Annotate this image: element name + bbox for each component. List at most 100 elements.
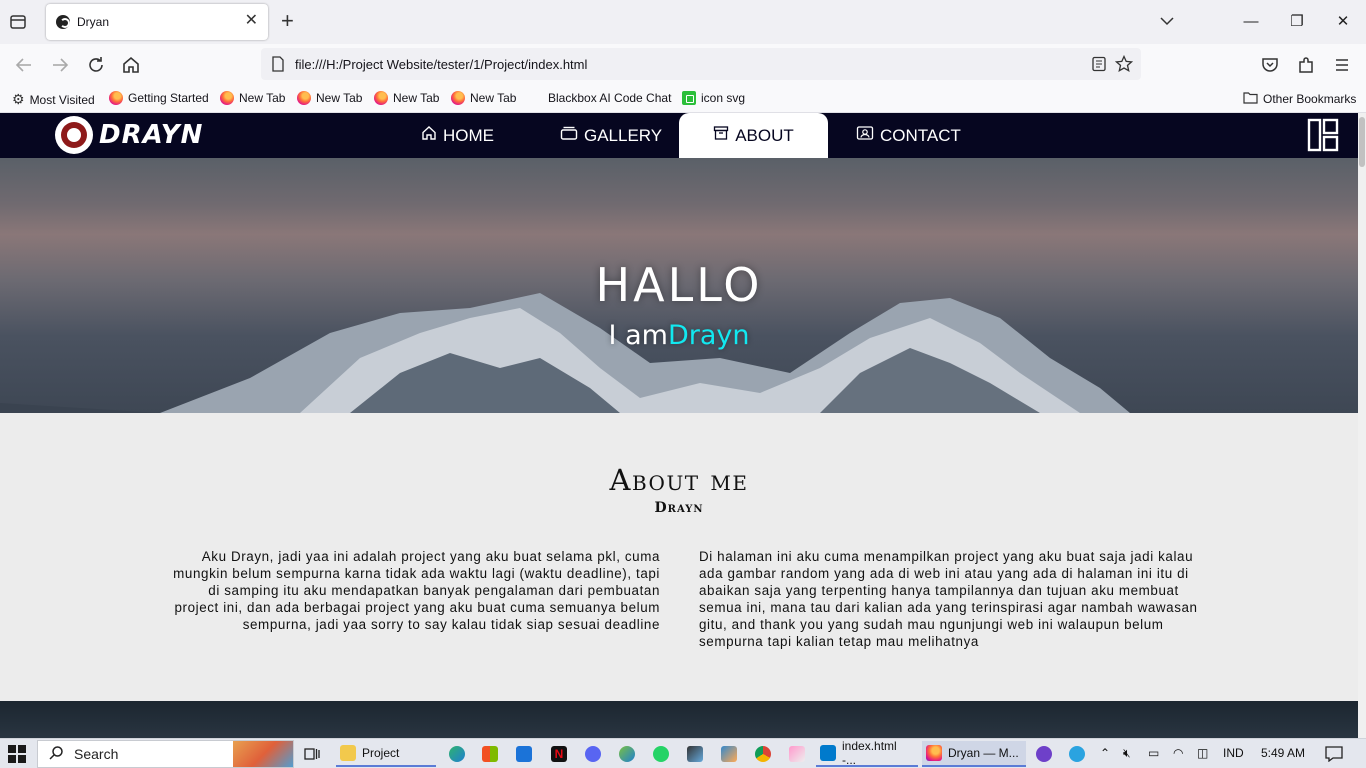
notification-icon[interactable] bbox=[1325, 746, 1343, 765]
bottom-background-image bbox=[0, 701, 1358, 738]
minimize-button[interactable]: — bbox=[1236, 8, 1266, 36]
gallery-icon bbox=[560, 125, 578, 146]
nav-gallery[interactable]: GALLERY bbox=[546, 113, 676, 158]
taskbar-app-project[interactable]: Project bbox=[336, 741, 436, 767]
folder-icon bbox=[1243, 91, 1258, 107]
layout-grid-icon[interactable] bbox=[1307, 118, 1339, 157]
battery-icon[interactable]: ▭ bbox=[1148, 746, 1159, 760]
hero-banner: HALLO I amDrayn bbox=[0, 158, 1358, 413]
page-icon bbox=[271, 56, 285, 72]
browser-toolbar: file:///H:/Project Website/tester/1/Proj… bbox=[0, 44, 1366, 86]
speaker-muted-icon[interactable]: 🔇︎ bbox=[1123, 746, 1131, 761]
firefox-icon bbox=[109, 91, 123, 105]
game-icon[interactable] bbox=[687, 743, 703, 765]
site-favicon-icon bbox=[56, 15, 70, 29]
device-icon[interactable]: ◫ bbox=[1197, 746, 1208, 760]
site-navbar: DRAYN HOME GALLERY ABOUT CONTACT bbox=[0, 113, 1358, 158]
other-bookmarks[interactable]: Other Bookmarks bbox=[1243, 91, 1356, 107]
hero-subtitle: I amDrayn bbox=[0, 320, 1358, 351]
vscode-icon bbox=[820, 745, 836, 761]
bookmark-new-tab[interactable]: New Tab bbox=[374, 91, 439, 105]
bookmark-new-tab[interactable]: New Tab bbox=[451, 91, 516, 105]
home-icon[interactable] bbox=[119, 53, 143, 77]
page-viewport: DRAYN HOME GALLERY ABOUT CONTACT HALLO I… bbox=[0, 113, 1358, 738]
hero-subtitle-prefix: I am bbox=[608, 320, 668, 351]
about-right-text: Di halaman ini aku cuma menampilkan proj… bbox=[699, 549, 1198, 649]
close-tab-icon[interactable]: ✕ bbox=[245, 12, 258, 30]
discord-icon[interactable] bbox=[585, 743, 601, 765]
browser-tab-active[interactable]: Dryan ✕ bbox=[46, 4, 268, 40]
task-view-icon[interactable] bbox=[304, 743, 320, 765]
forward-arrow-icon[interactable] bbox=[48, 53, 72, 77]
bookmark-getting-started[interactable]: Getting Started bbox=[109, 91, 209, 105]
bookmark-new-tab[interactable]: New Tab bbox=[297, 91, 362, 105]
gear-icon: ⚙ bbox=[12, 91, 25, 107]
edge-icon[interactable] bbox=[449, 743, 465, 765]
bookmark-new-tab[interactable]: New Tab bbox=[220, 91, 285, 105]
maximize-button[interactable]: ❐ bbox=[1282, 8, 1312, 36]
chrome-icon[interactable] bbox=[755, 743, 771, 765]
chevron-up-icon[interactable]: ⌃ bbox=[1100, 746, 1110, 760]
browser-tab-strip: Dryan ✕ + — ❐ ✕ bbox=[0, 0, 1366, 44]
firefox-icon bbox=[451, 91, 465, 105]
language-indicator[interactable]: IND bbox=[1223, 746, 1244, 760]
nav-contact[interactable]: CONTACT bbox=[842, 113, 975, 158]
nav-label: ABOUT bbox=[735, 125, 794, 145]
close-window-button[interactable]: ✕ bbox=[1328, 8, 1358, 36]
about-section: About me Drayn Aku Drayn, jadi yaa ini a… bbox=[0, 413, 1358, 701]
back-arrow-icon[interactable] bbox=[12, 53, 36, 77]
windows-start-icon[interactable] bbox=[8, 745, 26, 768]
github-icon[interactable] bbox=[1036, 743, 1052, 765]
firefox-icon bbox=[297, 91, 311, 105]
reader-view-icon[interactable] bbox=[1091, 56, 1107, 72]
site-logo[interactable]: DRAYN bbox=[55, 116, 203, 154]
hero-title: HALLO bbox=[595, 258, 763, 312]
store-icon[interactable] bbox=[482, 743, 498, 765]
tab-title: Dryan bbox=[77, 15, 110, 29]
bookmark-icon-svg[interactable]: icon svg bbox=[682, 91, 745, 105]
page-scrollbar[interactable] bbox=[1358, 113, 1366, 738]
address-bar[interactable]: file:///H:/Project Website/tester/1/Proj… bbox=[261, 48, 1141, 80]
nav-label: GALLERY bbox=[584, 125, 663, 145]
bookmark-label: New Tab bbox=[239, 91, 286, 105]
hero-subtitle-name: Drayn bbox=[667, 320, 750, 351]
bookmarks-toolbar: ⚙ Most Visited Getting Started New Tab N… bbox=[0, 86, 1366, 113]
taskbar-app-vscode[interactable]: index.html -... bbox=[816, 739, 918, 767]
taskbar-app-label: Dryan — M... bbox=[948, 746, 1019, 760]
taskbar-app-firefox[interactable]: Dryan — M... bbox=[922, 741, 1026, 767]
bookmark-blackbox[interactable]: Blackbox AI Code Chat bbox=[548, 91, 671, 105]
nav-about[interactable]: ABOUT bbox=[679, 113, 828, 158]
reload-icon[interactable] bbox=[84, 53, 108, 77]
taskbar-search[interactable]: Search bbox=[37, 740, 294, 768]
wifi-icon[interactable]: ◠ bbox=[1173, 746, 1183, 760]
windows-taskbar: Search Project N index.html -... Dryan —… bbox=[0, 738, 1366, 768]
firefox-icon bbox=[374, 91, 388, 105]
clock[interactable]: 5:49 AM bbox=[1261, 746, 1305, 760]
chevron-down-icon[interactable] bbox=[1158, 12, 1176, 30]
bookmark-label: Other Bookmarks bbox=[1263, 92, 1357, 106]
menu-hamburger-icon[interactable] bbox=[1330, 53, 1354, 77]
bookmark-label: New Tab bbox=[470, 91, 517, 105]
photo-app-icon[interactable] bbox=[789, 743, 805, 765]
new-tab-button[interactable]: + bbox=[281, 10, 294, 32]
bookmark-label: Most Visited bbox=[29, 92, 95, 107]
nav-home[interactable]: HOME bbox=[407, 113, 508, 158]
nav-label: CONTACT bbox=[880, 125, 961, 145]
whatsapp-icon[interactable] bbox=[653, 743, 669, 765]
dragon-logo-icon bbox=[55, 116, 93, 154]
bookmark-star-icon[interactable] bbox=[1115, 55, 1133, 73]
netflix-icon[interactable]: N bbox=[551, 743, 567, 765]
tab-list-icon[interactable] bbox=[8, 12, 30, 32]
mail-icon[interactable] bbox=[516, 743, 532, 765]
anime-app-icon[interactable] bbox=[721, 743, 737, 765]
bookmark-most-visited[interactable]: ⚙ Most Visited bbox=[12, 91, 95, 108]
search-icon bbox=[48, 745, 64, 764]
bookmark-label: Blackbox AI Code Chat bbox=[548, 91, 672, 105]
scrollbar-thumb[interactable] bbox=[1359, 117, 1365, 167]
telegram-icon[interactable] bbox=[1069, 743, 1085, 765]
bookmark-label: New Tab bbox=[316, 91, 363, 105]
about-left-text: Aku Drayn, jadi yaa ini adalah project y… bbox=[173, 549, 660, 632]
edge-dev-icon[interactable] bbox=[619, 743, 635, 765]
extensions-icon[interactable] bbox=[1294, 53, 1318, 77]
pocket-icon[interactable] bbox=[1258, 53, 1282, 77]
